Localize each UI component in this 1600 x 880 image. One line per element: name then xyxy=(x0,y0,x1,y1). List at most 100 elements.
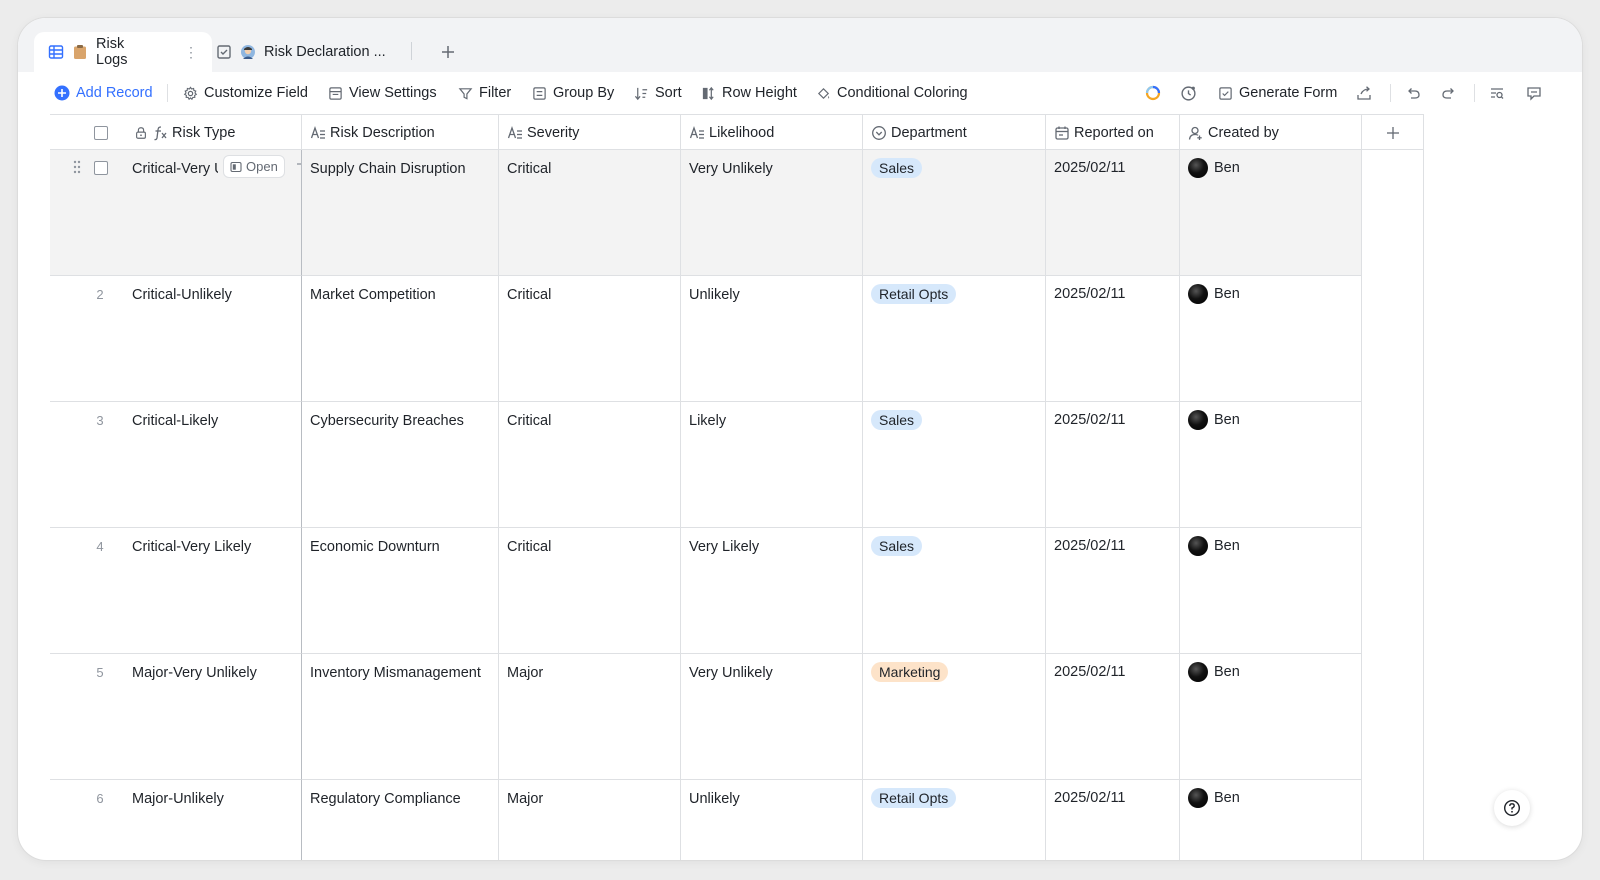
open-record-button[interactable]: Open xyxy=(223,155,285,178)
cell-created-by[interactable]: Ben xyxy=(1180,402,1362,528)
toolbar: Add Record Customize Field View Settings… xyxy=(18,72,1582,114)
header-reported-on[interactable]: Reported on xyxy=(1046,115,1180,150)
add-tab-button[interactable] xyxy=(436,40,460,64)
cell-reported-on[interactable]: 2025/02/11 xyxy=(1046,150,1180,276)
cell-reported-on[interactable]: 2025/02/11 xyxy=(1046,276,1180,402)
cell-department[interactable]: Sales xyxy=(863,150,1046,276)
table-row[interactable]: 2 Critical-Unlikely Market Competition Crit… xyxy=(50,276,1362,402)
share-button[interactable] xyxy=(1353,82,1375,104)
share-icon xyxy=(1357,86,1371,100)
cell-likelihood[interactable]: Likely xyxy=(681,402,863,528)
risk-description-value: Regulatory Compliance xyxy=(310,791,461,807)
avatar xyxy=(1188,788,1208,808)
header-severity[interactable]: Severity xyxy=(499,115,681,150)
cell-severity[interactable]: Critical xyxy=(499,276,681,402)
severity-value: Major xyxy=(507,791,544,807)
cell-likelihood[interactable]: Unlikely xyxy=(681,780,863,860)
select-all-checkbox[interactable] xyxy=(94,125,108,140)
customize-field-button[interactable]: Customize Field xyxy=(183,72,308,114)
tab-risk-declaration[interactable]: Risk Declaration ... xyxy=(202,32,400,72)
cell-reported-on[interactable]: 2025/02/11 xyxy=(1046,528,1180,654)
cell-risk-description[interactable]: Inventory Mismanagement xyxy=(302,654,499,780)
add-record-button[interactable]: Add Record xyxy=(54,72,153,114)
cell-likelihood[interactable]: Very Unlikely xyxy=(681,150,863,276)
table-row[interactable]: 5 Major-Very Unlikely Inventory Mismanagem… xyxy=(50,654,1362,780)
cell-risk-type[interactable]: 2 Critical-Unlikely xyxy=(50,276,302,402)
cell-created-by[interactable]: Ben xyxy=(1180,150,1362,276)
header-risk-description[interactable]: Risk Description xyxy=(302,115,499,150)
cell-risk-description[interactable]: Market Competition xyxy=(302,276,499,402)
header-created-by[interactable]: Created by xyxy=(1180,115,1362,150)
cell-severity[interactable]: Critical xyxy=(499,402,681,528)
cell-reported-on[interactable]: 2025/02/11 xyxy=(1046,654,1180,780)
cell-severity[interactable]: Critical xyxy=(499,150,681,276)
avatar xyxy=(1188,536,1208,556)
comments-button[interactable] xyxy=(1523,82,1545,104)
risk-description-value: Economic Downturn xyxy=(310,539,440,555)
undo-button[interactable] xyxy=(1402,82,1424,104)
cell-reported-on[interactable]: 2025/02/11 xyxy=(1046,780,1180,860)
cell-department[interactable]: Sales xyxy=(863,528,1046,654)
cell-severity[interactable]: Major xyxy=(499,654,681,780)
cell-created-by[interactable]: Ben xyxy=(1180,528,1362,654)
filter-icon xyxy=(458,87,473,100)
conditional-coloring-button[interactable]: Conditional Coloring xyxy=(816,72,968,114)
group-by-button[interactable]: Group By xyxy=(532,72,614,114)
cell-department[interactable]: Retail Opts xyxy=(863,780,1046,860)
cell-risk-type[interactable]: 3 Critical-Likely xyxy=(50,402,302,528)
cell-risk-type[interactable]: Critical-Very Unlikely Open xyxy=(50,150,302,276)
table-row[interactable]: 6 Major-Unlikely Regulatory Compliance Majo… xyxy=(50,780,1362,860)
cell-likelihood[interactable]: Unlikely xyxy=(681,276,863,402)
redo-button[interactable] xyxy=(1438,82,1460,104)
cell-created-by[interactable]: Ben xyxy=(1180,654,1362,780)
cell-department[interactable]: Retail Opts xyxy=(863,276,1046,402)
ai-assistant-button[interactable] xyxy=(1142,82,1164,104)
tab-risk-logs[interactable]: Risk Logs ⋮ xyxy=(34,32,212,72)
header-risk-type[interactable]: Risk Type xyxy=(50,115,302,150)
form-view-icon xyxy=(216,44,232,60)
cell-risk-description[interactable]: Cybersecurity Breaches xyxy=(302,402,499,528)
tab-more-icon[interactable]: ⋮ xyxy=(184,44,198,61)
cell-risk-description[interactable]: Supply Chain Disruption xyxy=(302,150,499,276)
row-height-button[interactable]: Row Height xyxy=(701,72,797,114)
cell-likelihood[interactable]: Very Likely xyxy=(681,528,863,654)
avatar xyxy=(1188,410,1208,430)
row-index: 4 xyxy=(96,539,104,554)
cell-risk-type[interactable]: 5 Major-Very Unlikely xyxy=(50,654,302,780)
filter-button[interactable]: Filter xyxy=(458,72,511,114)
row-checkbox[interactable] xyxy=(94,161,108,175)
likelihood-value: Very Likely xyxy=(689,539,760,555)
cell-risk-description[interactable]: Regulatory Compliance xyxy=(302,780,499,860)
header-likelihood[interactable]: Likelihood xyxy=(681,115,863,150)
cell-created-by[interactable]: Ben xyxy=(1180,780,1362,860)
view-settings-label: View Settings xyxy=(349,85,437,101)
cell-created-by[interactable]: Ben xyxy=(1180,276,1362,402)
paint-bucket-icon xyxy=(817,87,830,99)
reported-on-value: 2025/02/11 xyxy=(1054,538,1126,554)
table-row[interactable]: Critical-Very Unlikely Open Supply Chain D… xyxy=(50,150,1362,276)
drag-handle-icon[interactable] xyxy=(73,160,81,178)
add-column-button[interactable] xyxy=(1362,115,1424,150)
history-button[interactable] xyxy=(1177,82,1199,104)
cell-severity[interactable]: Critical xyxy=(499,528,681,654)
department-tag: Retail Opts xyxy=(871,284,957,304)
generate-form-button[interactable]: Generate Form xyxy=(1218,72,1337,114)
cell-risk-type[interactable]: 4 Critical-Very Likely xyxy=(50,528,302,654)
avatar xyxy=(1188,284,1208,304)
search-records-button[interactable] xyxy=(1486,82,1508,104)
lock-icon xyxy=(136,126,146,139)
sort-button[interactable]: Sort xyxy=(634,72,682,114)
table-row[interactable]: 3 Critical-Likely Cybersecurity Breaches Cr… xyxy=(50,402,1362,528)
reported-on-value: 2025/02/11 xyxy=(1054,286,1126,302)
view-settings-button[interactable]: View Settings xyxy=(328,72,437,114)
cell-severity[interactable]: Major xyxy=(499,780,681,860)
cell-reported-on[interactable]: 2025/02/11 xyxy=(1046,402,1180,528)
help-button[interactable] xyxy=(1494,790,1530,826)
cell-risk-type[interactable]: 6 Major-Unlikely xyxy=(50,780,302,860)
cell-department[interactable]: Sales xyxy=(863,402,1046,528)
cell-risk-description[interactable]: Economic Downturn xyxy=(302,528,499,654)
cell-likelihood[interactable]: Very Unlikely xyxy=(681,654,863,780)
table-row[interactable]: 4 Critical-Very Likely Economic Downturn Cr… xyxy=(50,528,1362,654)
header-department[interactable]: Department xyxy=(863,115,1046,150)
cell-department[interactable]: Marketing xyxy=(863,654,1046,780)
